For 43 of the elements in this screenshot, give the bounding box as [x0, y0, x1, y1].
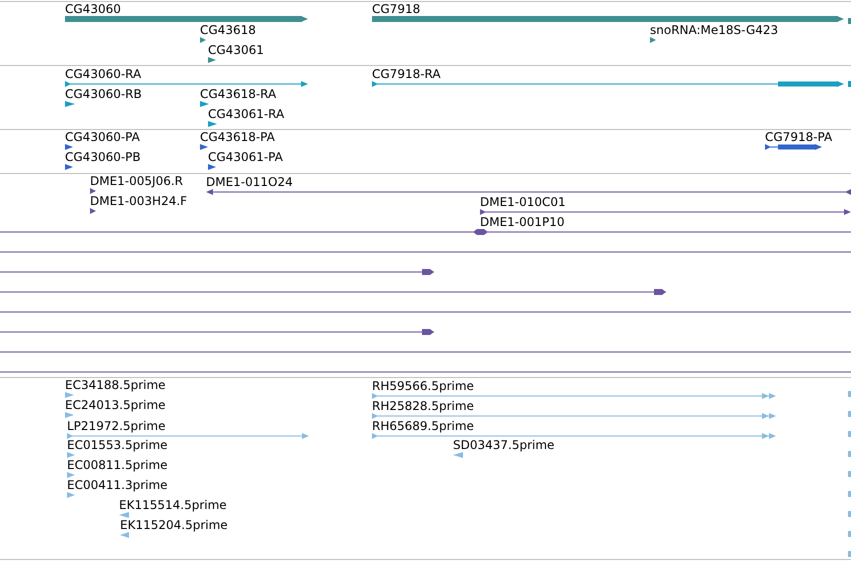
- feature-label: CG43061-PA: [208, 150, 283, 164]
- feature-label: snoRNA:Me18S-G423: [650, 23, 778, 37]
- feature-label: DME1-001P10: [480, 215, 565, 229]
- feature-label: EC34188.5prime: [65, 378, 166, 392]
- feature-label: CG7918-RA: [372, 67, 441, 81]
- feature-label: CG43060: [65, 2, 121, 16]
- est-glyph: [848, 531, 851, 537]
- feature-label: CG43618-PA: [200, 130, 275, 144]
- feature-label: EC24013.5prime: [65, 398, 166, 412]
- feature-label: CG7918-PA: [765, 130, 832, 144]
- est-glyph: [848, 491, 851, 497]
- feature-label: DME1-011O24: [206, 175, 293, 189]
- feature-label: CG43618: [200, 23, 256, 37]
- feature-label: DME1-005J06.R: [90, 174, 184, 188]
- feature-label: LP21972.5prime: [67, 419, 166, 433]
- feature-label: DME1-010C01: [480, 195, 566, 209]
- est-glyph: [848, 451, 851, 457]
- est-glyph: [848, 411, 851, 417]
- feature-label: CG43061: [208, 43, 264, 57]
- feature-label: CG43060-RB: [65, 87, 142, 101]
- est-glyph: [848, 431, 851, 437]
- feature-label: CG7918: [372, 2, 420, 16]
- est-glyph: [848, 391, 851, 397]
- feature-label: CG43061-RA: [208, 107, 284, 121]
- feature-label: RH25828.5prime: [372, 399, 474, 413]
- feature-label: EK115514.5prime: [119, 498, 227, 512]
- feature-label: SD03437.5prime: [453, 438, 554, 452]
- feature-label: CG43618-RA: [200, 87, 276, 101]
- feature-label: DME1-003H24.F: [90, 194, 188, 208]
- feature-label: EC00811.5prime: [67, 458, 168, 472]
- est-glyph: [848, 471, 851, 477]
- feature-label: EC01553.5prime: [67, 438, 168, 452]
- feature-label: EC00411.3prime: [67, 478, 168, 492]
- feature-label: CG43060-PB: [65, 150, 141, 164]
- feature-label: EK115204.5prime: [120, 518, 228, 532]
- feature-label: RH65689.5prime: [372, 419, 474, 433]
- est-glyph: [848, 511, 851, 517]
- gene-bar: [848, 17, 851, 25]
- feature-label: CG43060-PA: [65, 130, 140, 144]
- transcript-glyph: [848, 80, 851, 88]
- est-glyph: [848, 551, 851, 557]
- feature-label: CG43060-RA: [65, 67, 142, 81]
- feature-label: RH59566.5prime: [372, 379, 474, 393]
